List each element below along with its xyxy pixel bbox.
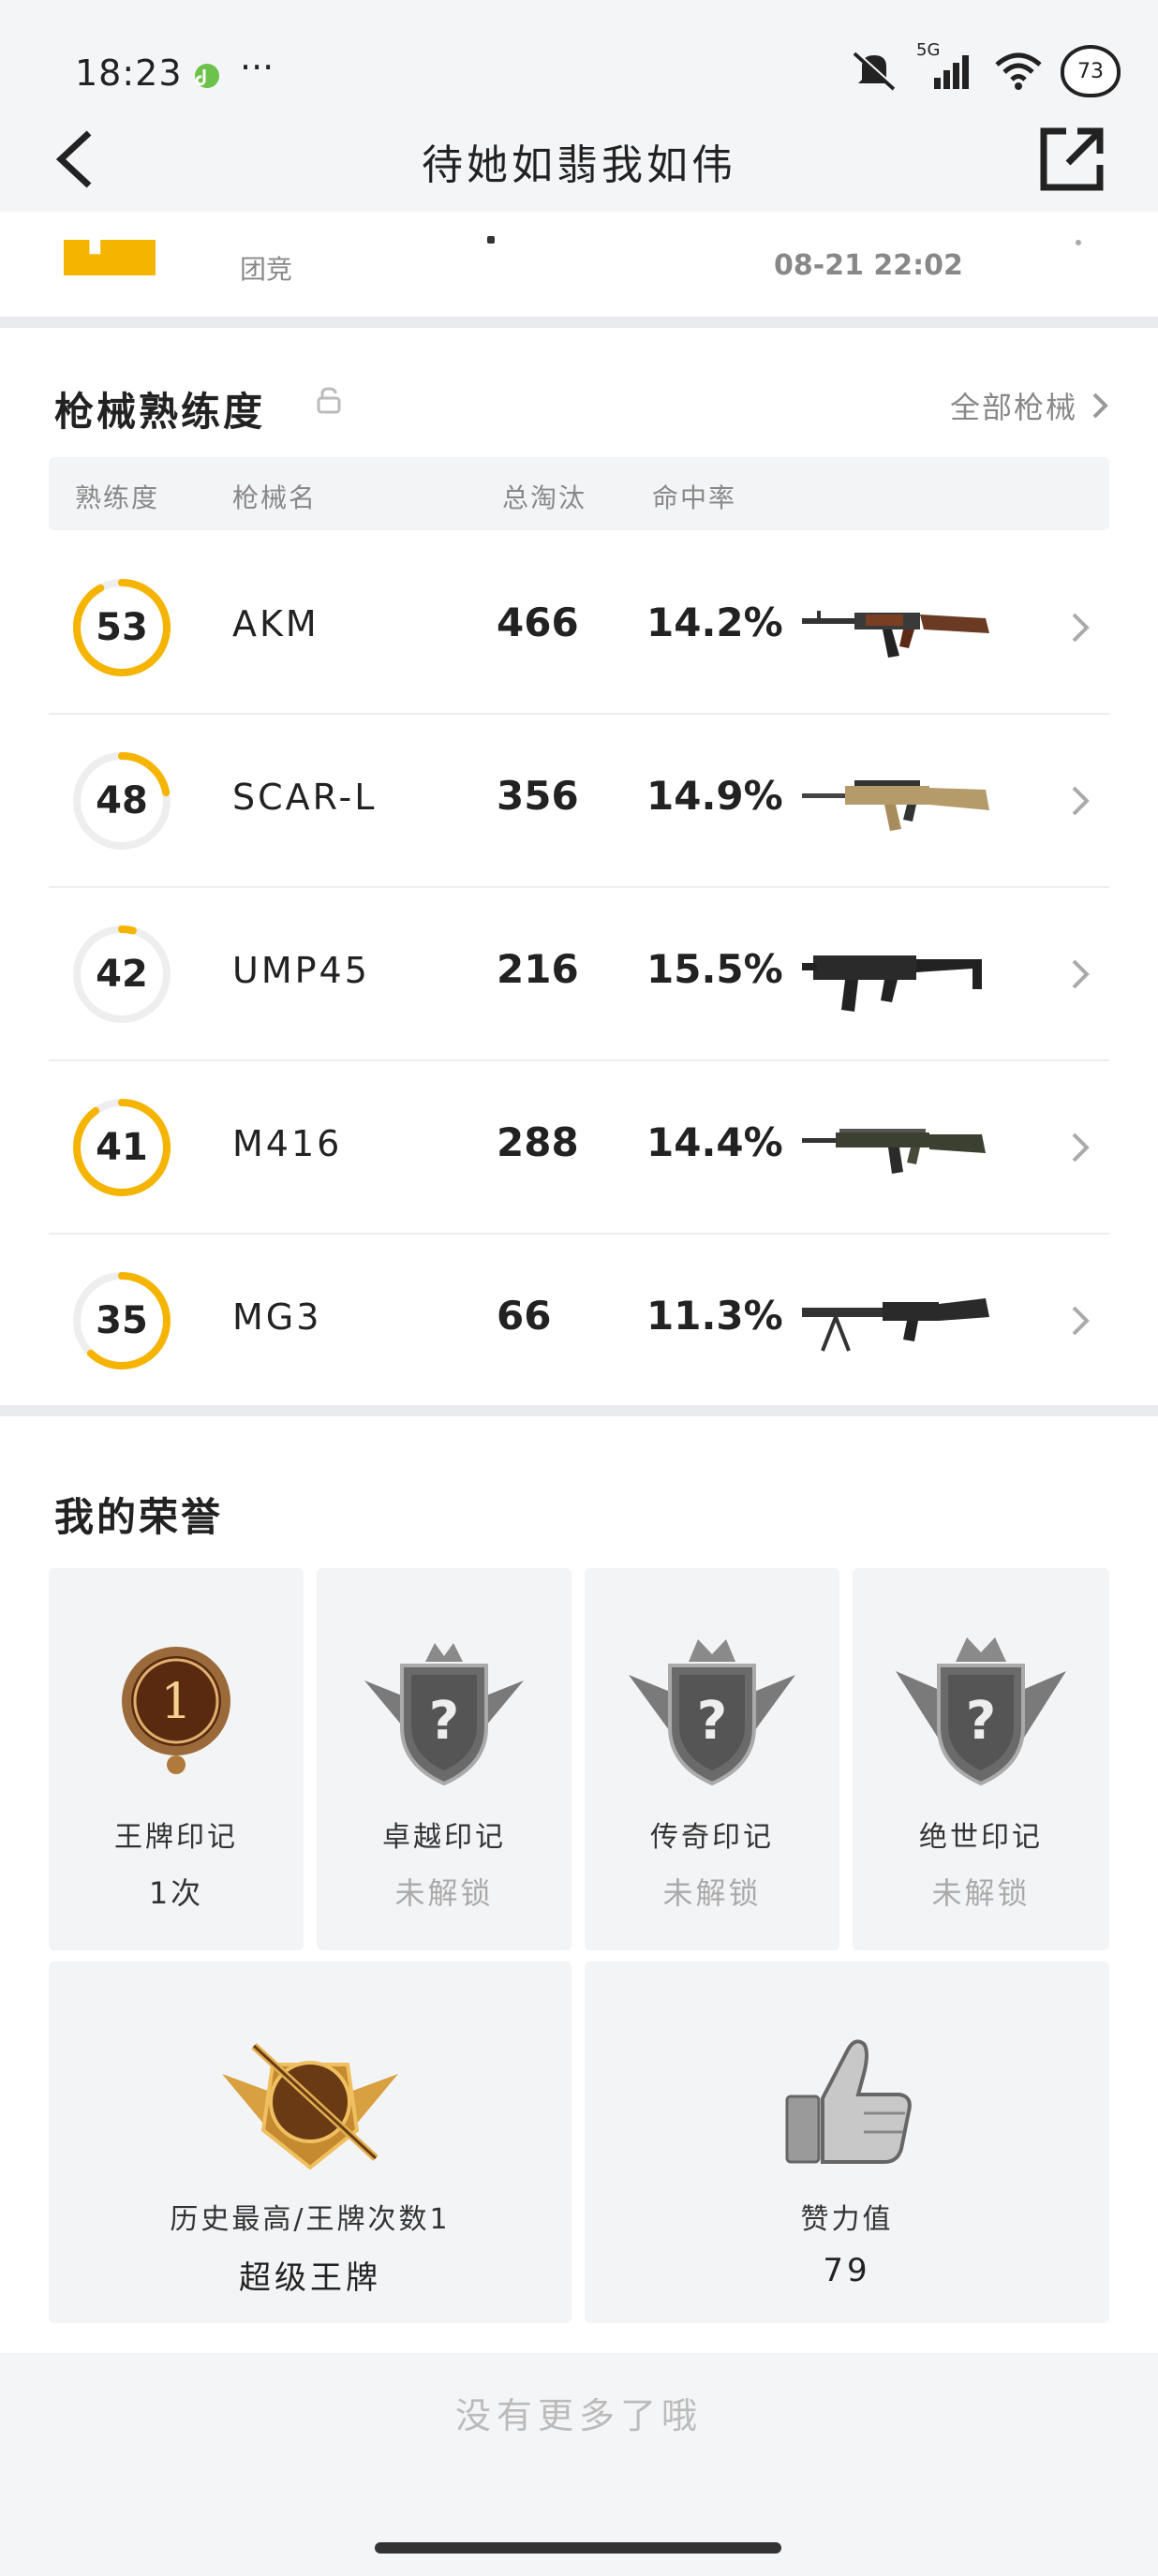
weapon-hitrate: 15.5% — [646, 946, 783, 992]
lock-icon[interactable] — [315, 386, 343, 414]
weapon-row[interactable]: 48 SCAR-L 356 14.9% — [49, 715, 1109, 888]
weapon-row[interactable]: 53 AKM 466 14.2% — [49, 541, 1109, 715]
network-type-label: 5G — [916, 40, 941, 60]
peerless-mark-emblem-icon: ? — [896, 1637, 1066, 1786]
weapon-hitrate: 14.2% — [646, 600, 783, 645]
weapon-row[interactable]: 42 UMP45 216 15.5% — [49, 888, 1109, 1061]
honor-card-excellence[interactable]: ? 卓越印记 未解锁 — [317, 1568, 572, 1950]
honor-card-peerless[interactable]: ? 绝世印记 未解锁 — [853, 1568, 1109, 1950]
status-bar: 18:23 ··· 5G 73 — [0, 0, 1158, 122]
column-header-hitrate: 命中率 — [652, 482, 737, 513]
home-indicator[interactable] — [375, 2542, 781, 2554]
music-app-icon — [195, 64, 219, 88]
game-mode-logo — [64, 240, 156, 275]
weapon-kills: 66 — [497, 1293, 552, 1339]
weapon-name: SCAR-L — [232, 777, 378, 818]
honor-value: 未解锁 — [394, 1875, 494, 1911]
chevron-right-icon — [1072, 959, 1090, 989]
ump45-smg-icon — [802, 955, 982, 1012]
legend-mark-emblem-icon: ? — [629, 1639, 795, 1786]
honor-value: 未解锁 — [662, 1875, 762, 1911]
weapon-name: UMP45 — [232, 950, 370, 991]
akm-rifle-icon — [802, 611, 989, 658]
all-weapons-link[interactable]: 全部枪械 — [950, 384, 1109, 427]
honor-card-legend[interactable]: ? 传奇印记 未解锁 — [585, 1568, 839, 1950]
honor-label: 卓越印记 — [382, 1821, 506, 1854]
status-more-dots: ··· — [240, 47, 275, 88]
section-divider — [0, 1405, 1158, 1416]
match-time: 08-21 22:02 — [774, 249, 963, 282]
chevron-right-icon — [1072, 1306, 1090, 1336]
svg-text:1: 1 — [160, 1674, 191, 1730]
ace-mark-emblem-icon: 1 — [122, 1647, 230, 1774]
column-header-kills: 总淘汰 — [502, 482, 587, 513]
weapon-row[interactable]: 35 MG3 66 11.3% — [49, 1235, 1109, 1408]
page-title: 待她如翡我如伟 — [422, 141, 736, 189]
mg3-machine-gun-icon — [802, 1298, 989, 1352]
weapon-kills: 356 — [497, 773, 579, 819]
highest-rank-label: 历史最高/王牌次数1 — [170, 2203, 451, 2236]
record-mark — [487, 236, 495, 244]
chevron-right-icon — [1072, 613, 1090, 643]
excellence-mark-emblem-icon: ? — [364, 1643, 524, 1786]
wifi-icon — [995, 52, 1042, 90]
weapon-kills: 466 — [497, 600, 579, 645]
chevron-right-icon — [1092, 392, 1108, 419]
weapon-hitrate: 14.4% — [646, 1119, 783, 1165]
section-divider — [0, 317, 1158, 328]
likes-value: 79 — [823, 2252, 871, 2289]
weapon-row[interactable]: 41 M416 288 14.4% — [49, 1061, 1109, 1235]
svg-text:?: ? — [966, 1691, 996, 1752]
scar-l-rifle-icon — [802, 780, 989, 831]
m416-rifle-icon — [802, 1129, 986, 1174]
proficiency-level: 42 — [96, 953, 148, 996]
honor-label: 绝世印记 — [919, 1821, 1043, 1854]
svg-text:?: ? — [429, 1691, 459, 1752]
cellular-signal-icon: 5G — [916, 40, 976, 95]
highest-rank-card[interactable]: 历史最高/王牌次数1 超级王牌 — [49, 1962, 572, 2323]
battery-indicator: 73 — [1061, 45, 1121, 97]
status-time: 18:23 — [75, 52, 183, 94]
weapon-hitrate: 11.3% — [646, 1293, 783, 1339]
weapon-kills: 288 — [497, 1119, 579, 1165]
weapon-table-header: 熟练度 枪械名 总淘汰 命中率 — [49, 457, 1109, 530]
svg-text:?: ? — [697, 1691, 727, 1752]
record-mark — [1076, 240, 1081, 245]
proficiency-level: 48 — [96, 779, 148, 822]
weapon-name: MG3 — [232, 1296, 322, 1338]
honor-value: 1次 — [148, 1875, 204, 1911]
section-title: 枪械熟练度 — [54, 389, 266, 435]
column-header-level: 熟练度 — [75, 482, 160, 513]
weapon-hitrate: 14.9% — [646, 773, 783, 819]
proficiency-level: 35 — [96, 1299, 148, 1342]
weapon-proficiency-section: 枪械熟练度 全部枪械 熟练度 枪械名 总淘汰 命中率 53 AKM 466 14… — [0, 328, 1158, 1405]
mute-icon — [853, 51, 897, 91]
likes-label: 赞力值 — [800, 2203, 894, 2236]
match-mode: 团竞 — [240, 254, 293, 285]
super-ace-badge-icon — [222, 2043, 398, 2170]
likes-card[interactable]: 赞力值 79 — [585, 1962, 1109, 2323]
share-external-icon — [1040, 127, 1104, 191]
share-button[interactable] — [1034, 122, 1109, 197]
honor-label: 王牌印记 — [114, 1821, 238, 1854]
section-title: 我的荣誉 — [54, 1494, 224, 1540]
honor-card-ace[interactable]: 1 王牌印记 1次 — [49, 1568, 304, 1950]
thumbs-up-icon — [785, 2039, 912, 2164]
highest-rank-value: 超级王牌 — [239, 2259, 381, 2297]
honor-value: 未解锁 — [931, 1875, 1031, 1911]
weapon-name: M416 — [232, 1123, 343, 1164]
match-record-row[interactable]: 团竞 08-21 22:02 — [0, 212, 1158, 317]
weapon-kills: 216 — [497, 946, 579, 992]
proficiency-level: 41 — [96, 1126, 148, 1169]
honor-label: 传奇印记 — [650, 1821, 774, 1854]
weapon-name: AKM — [232, 603, 319, 644]
column-header-name: 枪械名 — [232, 482, 318, 513]
top-nav-bar: 待她如翡我如伟 — [0, 112, 1158, 212]
end-of-list-text: 没有更多了哦 — [454, 2395, 703, 2436]
chevron-right-icon — [1072, 1133, 1090, 1162]
chevron-right-icon — [1072, 786, 1090, 816]
all-weapons-label: 全部枪械 — [949, 390, 1077, 425]
proficiency-level: 53 — [96, 606, 148, 649]
